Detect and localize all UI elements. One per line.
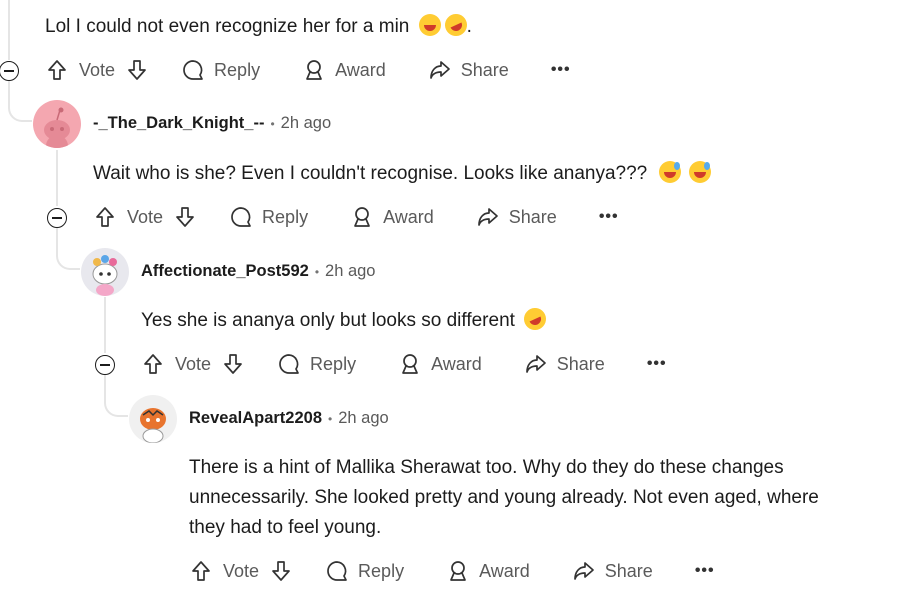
arrow-down-icon [176,207,194,227]
comment-text: Lol I could not even recognize her for a… [45,16,410,37]
comment-body: Lol I could not even recognize her for a… [45,10,472,42]
share-button[interactable]: Share [428,58,509,82]
comment-body: Wait who is she? Even I couldn't recogni… [93,159,711,189]
vote-label: Vote [79,59,116,80]
share-button[interactable]: Share [476,205,557,229]
timestamp[interactable]: 2h ago [325,262,375,281]
more-options-button[interactable]: ••• [647,355,667,373]
downvote-button[interactable] [173,205,197,229]
upvote-button[interactable] [141,352,165,376]
more-options-button[interactable]: ••• [551,61,571,79]
vote-group: Vote [45,58,149,82]
arrow-up-icon [144,354,162,374]
award-button[interactable]: Award [446,559,530,583]
comment-text-line: unnecessarily. She looked pretty and you… [189,487,819,508]
avatar[interactable] [81,248,129,296]
avatar[interactable] [33,100,81,148]
comment-actions: Vote Reply Award Share ••• [141,346,667,382]
arrow-up-icon [48,60,66,80]
sweat-smile-emoji [688,161,711,183]
comment-text: Wait who is she? Even I couldn't recogni… [93,163,648,184]
snoo-avatar-icon [140,408,166,443]
upvote-button[interactable] [93,205,117,229]
meta-separator: • [314,264,320,279]
snoo-avatar-icon [44,107,70,148]
joy-emoji [418,14,441,36]
thread-line-1 [56,150,58,206]
share-button[interactable]: Share [524,352,605,376]
comment-actions: Vote Reply Award Share ••• [93,199,619,235]
more-options-button[interactable]: ••• [599,208,619,226]
snoo-avatar-icon [92,255,118,296]
vote-label: Vote [223,560,260,581]
comment-meta: RevealApart2208 • 2h ago [189,409,389,428]
comment-text-line: they had to feel young. [189,517,382,538]
comment-actions: Vote Reply Award Share ••• [189,553,715,589]
chat-bubble-icon [327,561,347,581]
vote-group: Vote [141,352,245,376]
thread-connector-2 [56,228,80,270]
arrow-down-icon [128,60,146,80]
collapse-thread-button[interactable] [95,355,115,375]
vote-group: Vote [189,559,293,583]
reply-button[interactable]: Reply [325,559,404,583]
share-button[interactable]: Share [572,559,653,583]
username[interactable]: Affectionate_Post592 [141,262,309,281]
comment-body: There is a hint of Mallika Sherawat too.… [189,453,909,543]
chat-bubble-icon [231,207,251,227]
comment-text-line: There is a hint of Mallika Sherawat too.… [189,457,784,478]
chat-bubble-icon [183,60,203,80]
collapse-thread-button[interactable] [0,61,19,81]
thread-connector-3 [104,375,128,417]
thread-line-2 [104,297,106,353]
rofl-emoji [520,304,550,334]
arrow-down-icon [224,354,242,374]
downvote-button[interactable] [221,352,245,376]
username[interactable]: RevealApart2208 [189,409,322,428]
share-icon [525,355,546,373]
vote-group: Vote [93,205,197,229]
upvote-button[interactable] [45,58,69,82]
share-icon [429,61,450,79]
share-icon [573,562,594,580]
comment-actions: Vote Reply Award Share ••• [45,52,571,88]
award-icon [450,561,466,581]
comment-meta: Affectionate_Post592 • 2h ago [141,262,375,281]
upvote-button[interactable] [189,559,213,583]
award-icon [402,354,418,374]
arrow-up-icon [192,561,210,581]
vote-label: Vote [175,353,212,374]
arrow-down-icon [272,561,290,581]
share-icon [477,208,498,226]
award-button[interactable]: Award [398,352,482,376]
username[interactable]: -_The_Dark_Knight_-- [93,114,264,133]
arrow-up-icon [96,207,114,227]
meta-separator: • [270,116,275,131]
vote-label: Vote [127,206,164,227]
timestamp[interactable]: 2h ago [281,114,331,133]
more-options-button[interactable]: ••• [695,562,715,580]
timestamp[interactable]: 2h ago [338,409,388,428]
reply-button[interactable]: Reply [181,58,260,82]
reply-button[interactable]: Reply [229,205,308,229]
comment-text-suffix: . [466,16,472,37]
comment-text: Yes she is ananya only but looks so diff… [141,310,515,331]
downvote-button[interactable] [269,559,293,583]
thread-connector-1 [8,80,32,122]
downvote-button[interactable] [125,58,149,82]
sweat-smile-emoji [658,161,681,183]
chat-bubble-icon [279,354,299,374]
award-button[interactable]: Award [302,58,386,82]
collapse-thread-button[interactable] [47,208,67,228]
award-icon [306,60,322,80]
comment-meta: -_The_Dark_Knight_-- • 2h ago [93,114,331,133]
avatar[interactable] [129,395,177,443]
meta-separator: • [328,411,333,426]
comment-body: Yes she is ananya only but looks so diff… [141,304,550,336]
reply-button[interactable]: Reply [277,352,356,376]
award-icon [354,207,370,227]
thread-line-root [8,0,10,60]
award-button[interactable]: Award [350,205,434,229]
